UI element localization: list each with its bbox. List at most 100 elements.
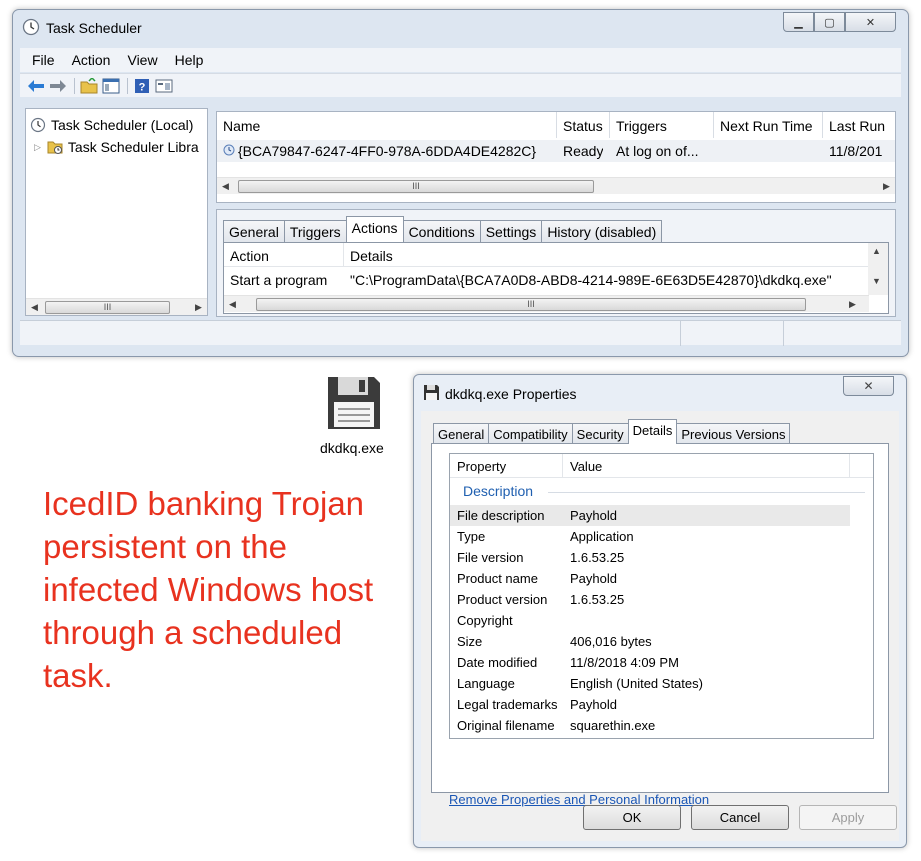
tab-conditions[interactable]: Conditions [402,220,481,242]
scroll-right-icon[interactable]: ▶ [878,178,895,195]
close-button[interactable]: ✕ [843,376,894,396]
property-value: English (United States) [570,676,703,691]
column-header-value[interactable]: Value [563,454,850,478]
column-header-next-run[interactable]: Next Run Time [714,112,823,138]
scroll-left-icon[interactable]: ◀ [224,296,241,313]
help-icon[interactable]: ? [132,77,152,95]
actions-horizontal-scrollbar[interactable]: ◀ III ▶ [224,295,869,312]
toolbar-separator [74,77,75,94]
scroll-right-icon[interactable]: ▶ [844,296,861,313]
column-header-triggers[interactable]: Triggers [610,112,714,138]
property-value: squarethin.exe [570,718,656,733]
scroll-right-icon[interactable]: ▶ [190,299,207,316]
action-details: "C:\ProgramData\{BCA7A0D8-ABD8-4214-989E… [350,272,832,288]
actions-table-header: Action Details [224,243,869,267]
floppy-disk-icon[interactable] [326,375,382,431]
list-item[interactable]: Date modified 11/8/2018 4:09 PM [450,652,850,673]
column-header-last-run[interactable]: Last Run [823,112,895,138]
maximize-button[interactable]: ▢ [814,12,845,32]
tree-root-label: Task Scheduler (Local) [51,117,194,133]
annotation-caption: IcedID banking Trojan persistent on the … [43,485,374,694]
scroll-thumb[interactable]: III [256,298,806,311]
tab-actions[interactable]: Actions [345,216,404,242]
detail-tabs: General Triggers Actions Conditions Sett… [223,216,663,242]
tab-previous-versions[interactable]: Previous Versions [676,423,791,444]
scroll-down-icon[interactable]: ▼ [872,276,881,286]
group-header-description[interactable]: Description [463,483,533,499]
column-header-property[interactable]: Property [450,454,563,478]
column-header-status[interactable]: Status [557,112,610,138]
file-icon-label[interactable]: dkdkq.exe [320,440,384,456]
tree-horizontal-scrollbar[interactable]: ◀ III ▶ [26,298,207,315]
status-segment [783,321,903,346]
folder-clock-icon [47,139,63,155]
scroll-thumb[interactable]: III [45,301,170,314]
tab-settings[interactable]: Settings [479,220,543,242]
show-hide-console-icon[interactable] [101,77,121,95]
column-header-name[interactable]: Name [217,112,557,138]
list-item[interactable]: Legal trademarks Payhold [450,694,850,715]
menu-action[interactable]: Action [72,52,111,68]
menu-file[interactable]: File [32,52,55,68]
property-value: 1.6.53.25 [570,550,625,565]
tab-details[interactable]: Details [627,419,678,444]
file-properties-dialog: dkdkq.exe Properties ✕ General Compatibi… [413,374,907,848]
property-key: Legal trademarks [457,697,558,712]
scroll-up-icon[interactable]: ▲ [872,246,881,256]
list-item[interactable]: Type Application [450,526,850,547]
minimize-button[interactable]: ▁ [783,12,814,32]
dialog-title: dkdkq.exe Properties [445,386,577,402]
apply-button[interactable]: Apply [799,805,897,830]
scroll-thumb[interactable]: III [238,180,594,193]
list-item[interactable]: File description Payhold [450,505,850,526]
dialog-content: General Compatibility Security Details P… [421,411,899,841]
property-key: Original filename [457,718,555,733]
tree-item-library[interactable]: ▷ Task Scheduler Libra [34,139,199,155]
actions-vertical-scrollbar[interactable]: ▲ ▼ [868,243,888,295]
close-icon: ✕ [865,16,876,29]
table-row[interactable]: Start a program "C:\ProgramData\{BCA7A0D… [224,268,869,290]
ok-button[interactable]: OK [583,805,681,830]
task-clock-icon [223,144,235,159]
menu-help[interactable]: Help [175,52,204,68]
task-list: Name Status Triggers Next Run Time Last … [216,111,896,203]
tree-item-root[interactable]: Task Scheduler (Local) [30,117,193,133]
tab-general[interactable]: General [433,423,490,444]
list-item[interactable]: Size 406,016 bytes [450,631,850,652]
tab-triggers[interactable]: Triggers [283,220,347,242]
list-item[interactable]: Product version 1.6.53.25 [450,589,850,610]
back-arrow-icon[interactable] [26,77,46,95]
minimize-icon: ▁ [794,16,803,29]
tab-history[interactable]: History (disabled) [541,220,663,242]
property-key: Product name [457,571,538,586]
task-list-horizontal-scrollbar[interactable]: ◀ III ▶ [217,177,895,194]
list-item[interactable]: Language English (United States) [450,673,850,694]
scroll-left-icon[interactable]: ◀ [217,178,234,195]
forward-arrow-icon[interactable] [48,77,68,95]
tree-expand-icon[interactable]: ▷ [34,142,41,153]
folder-up-icon[interactable] [79,77,99,95]
table-row[interactable]: {BCA79847-6247-4FF0-978A-6DDA4DE4282C} R… [217,140,895,162]
task-status: Ready [563,143,604,159]
tab-general[interactable]: General [223,220,285,242]
list-item[interactable]: Copyright [450,610,850,631]
properties-pane-icon[interactable] [154,77,174,95]
close-icon: ✕ [863,379,874,393]
task-details-pane: General Triggers Actions Conditions Sett… [216,209,896,317]
property-value: 11/8/2018 4:09 PM [570,655,679,670]
property-key: Language [457,676,515,691]
scroll-left-icon[interactable]: ◀ [26,299,43,316]
menu-view[interactable]: View [127,52,157,68]
column-header-details[interactable]: Details [344,243,869,267]
property-key: File description [457,508,545,523]
list-item[interactable]: Original filename squarethin.exe [450,715,850,736]
column-header-action[interactable]: Action [224,243,344,267]
list-item[interactable]: Product name Payhold [450,568,850,589]
tab-security[interactable]: Security [571,423,629,444]
title-bar[interactable]: Task Scheduler ▁ ▢ ✕ [13,10,908,44]
list-item[interactable]: File version 1.6.53.25 [450,547,850,568]
tree-library-label: Task Scheduler Libra [67,139,199,155]
tab-compatibility[interactable]: Compatibility [488,423,573,444]
close-button[interactable]: ✕ [845,12,896,32]
cancel-button[interactable]: Cancel [691,805,789,830]
